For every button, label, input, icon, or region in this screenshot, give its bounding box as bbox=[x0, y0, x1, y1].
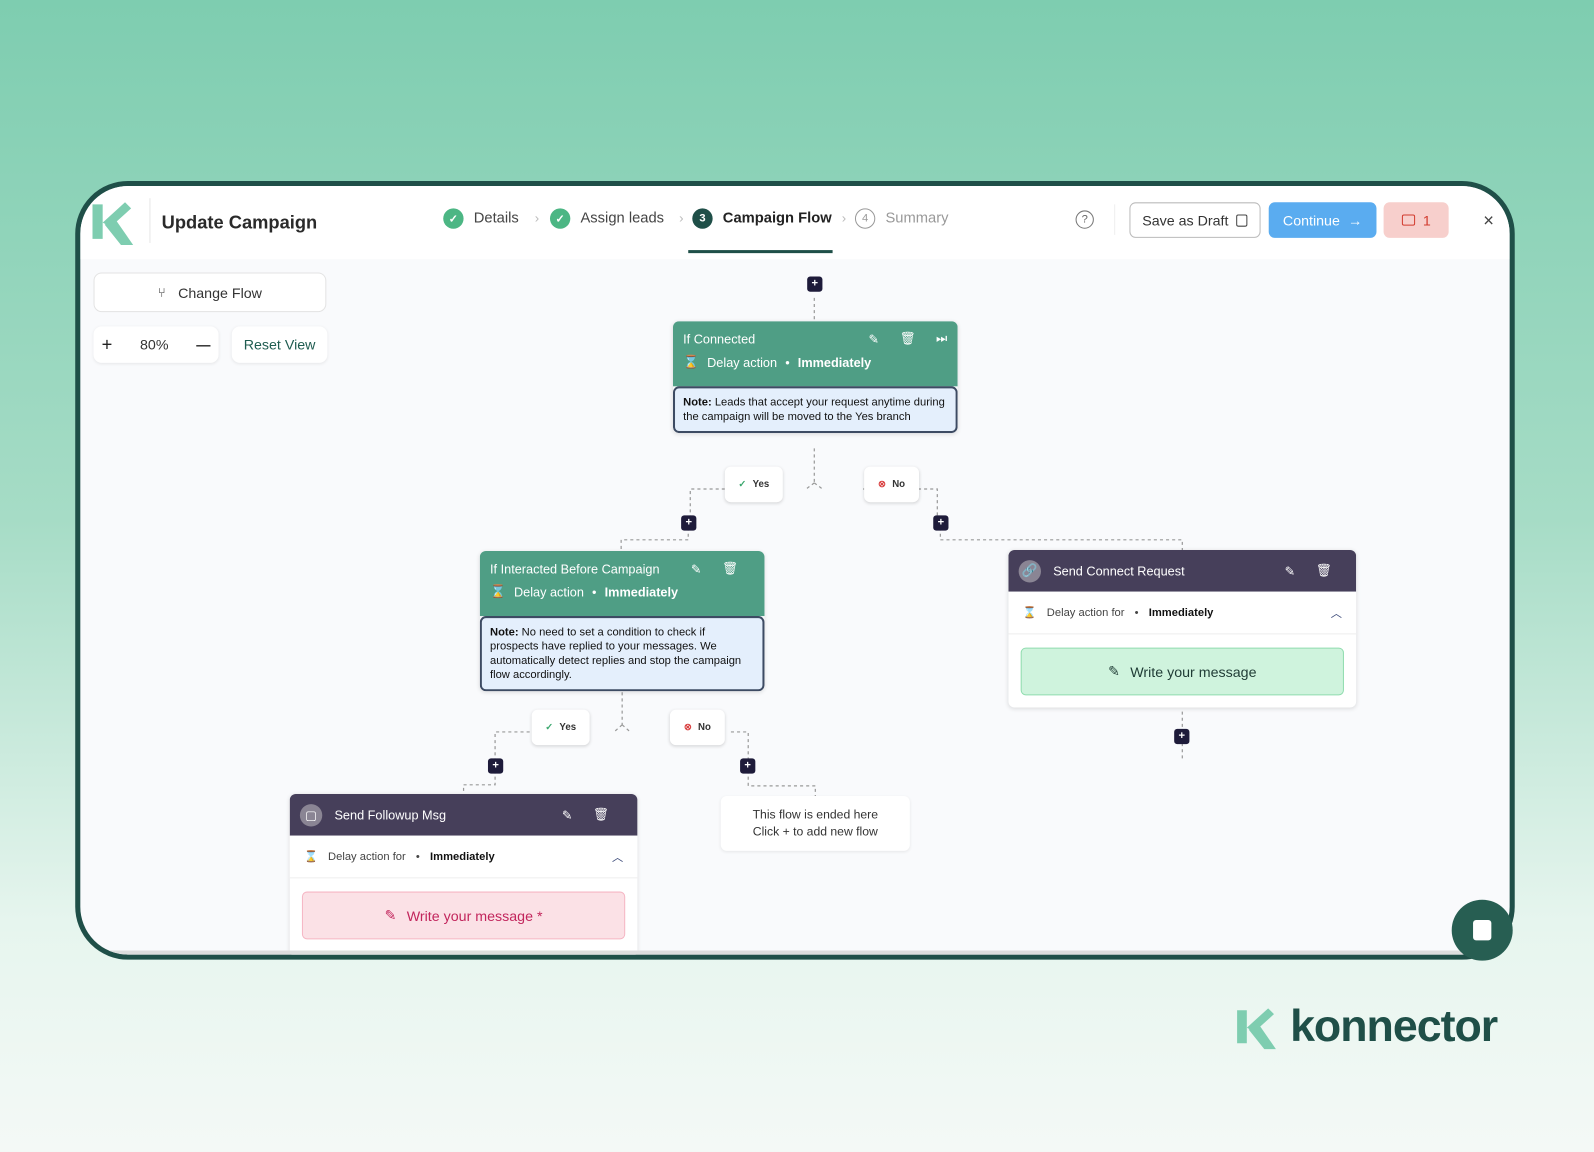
write-message-button[interactable]: ✎ Write your message * bbox=[301, 891, 626, 940]
branch-yes[interactable]: ✓ Yes bbox=[531, 709, 590, 746]
node-header: If Interacted Before Campaign ✎ 🗑 ⌛ Delay … bbox=[479, 550, 765, 617]
hourglass-icon: ⌛ bbox=[683, 354, 699, 370]
konnector-logo-icon bbox=[1237, 1008, 1276, 1050]
trash-icon[interactable]: 🗑 bbox=[593, 807, 609, 822]
note-text: Leads that accept your request anytime d… bbox=[683, 396, 945, 423]
message-icon: ▢ bbox=[299, 803, 323, 826]
brand-name: konnector bbox=[1290, 1001, 1498, 1052]
edit-icon[interactable]: ✎ bbox=[691, 561, 702, 576]
delay-value: Immediately bbox=[430, 850, 495, 863]
node-send-connect-request[interactable]: 🔗 Send Connect Request ✎ 🗑 ⌛ Delay action f… bbox=[1008, 549, 1357, 708]
node-header: ▢ Send Followup Msg ✎ 🗑 bbox=[289, 793, 638, 836]
add-step-button[interactable]: + bbox=[1174, 728, 1190, 745]
branch-no[interactable]: ⊗ No bbox=[669, 709, 725, 746]
note-label: Note: bbox=[490, 626, 519, 639]
delay-value: Immediately bbox=[604, 585, 679, 600]
branch-label: No bbox=[892, 478, 906, 491]
node-title: If Interacted Before Campaign bbox=[490, 561, 660, 576]
hourglass-icon: ⌛ bbox=[303, 850, 318, 864]
delay-label: Delay action for bbox=[328, 850, 406, 863]
add-step-button[interactable]: + bbox=[740, 758, 756, 774]
add-step-button[interactable]: + bbox=[681, 515, 697, 531]
note-label: Note: bbox=[683, 396, 712, 409]
node-note: Note: No need to set a condition to chec… bbox=[479, 616, 765, 692]
delay-label: Delay action bbox=[707, 355, 778, 370]
branch-label: No bbox=[698, 721, 711, 733]
edit-icon[interactable]: ✎ bbox=[562, 807, 573, 822]
edit-icon[interactable]: ✎ bbox=[869, 331, 880, 346]
delay-row[interactable]: ⌛ Delay action for • Immediately ︿ bbox=[289, 835, 638, 879]
x-circle-icon: ⊗ bbox=[878, 478, 887, 491]
chat-icon bbox=[1473, 920, 1492, 941]
node-if-interacted[interactable]: If Interacted Before Campaign ✎ 🗑 ⌛ Delay … bbox=[479, 550, 765, 692]
branch-label: Yes bbox=[752, 478, 770, 491]
add-step-button[interactable]: + bbox=[807, 276, 823, 292]
node-send-followup-msg[interactable]: ▢ Send Followup Msg ✎ 🗑 ⌛ Delay action for •… bbox=[289, 793, 638, 955]
add-step-button[interactable]: + bbox=[933, 515, 949, 531]
trash-icon[interactable]: 🗑 bbox=[722, 561, 738, 576]
check-circle-icon: ✓ bbox=[738, 478, 747, 491]
chevron-up-icon[interactable]: ︿ bbox=[612, 848, 623, 864]
delay-label: Delay action for bbox=[1046, 606, 1125, 619]
link-icon: 🔗 bbox=[1018, 559, 1041, 583]
hourglass-icon: ⌛ bbox=[1022, 606, 1037, 620]
branch-yes[interactable]: ✓ Yes bbox=[724, 466, 783, 503]
branch-no[interactable]: ⊗ No bbox=[864, 466, 920, 503]
delay-row[interactable]: ⌛ Delay action for • Immediately ︿ bbox=[1008, 591, 1357, 635]
add-step-button[interactable]: + bbox=[487, 758, 504, 774]
horizontal-scrollbar[interactable] bbox=[80, 950, 1510, 955]
app-window: Update Campaign ✓ Details › ✓ Assign leads… bbox=[75, 180, 1515, 960]
trash-icon[interactable]: 🗑 bbox=[1316, 563, 1332, 578]
node-if-connected[interactable]: If Connected ✎ 🗑 ⏭ ⌛ Delay action • Immediate… bbox=[672, 321, 958, 434]
skip-icon[interactable]: ⏭ bbox=[936, 331, 947, 346]
x-circle-icon: ⊗ bbox=[683, 721, 692, 733]
node-title: Send Followup Msg bbox=[334, 807, 447, 822]
branch-label: Yes bbox=[559, 721, 577, 733]
flow-end-line: Click + to add new flow bbox=[752, 824, 878, 839]
node-note: Note: Leads that accept your request any… bbox=[672, 386, 958, 434]
message-label: Write your message * bbox=[406, 907, 543, 924]
message-label: Write your message bbox=[1130, 663, 1257, 680]
chevron-up-icon[interactable]: ︿ bbox=[1331, 604, 1342, 620]
delay-value: Immediately bbox=[1148, 606, 1214, 619]
node-title: Send Connect Request bbox=[1053, 563, 1185, 578]
hourglass-icon: ⌛ bbox=[490, 584, 506, 599]
delay-value: Immediately bbox=[797, 355, 872, 370]
pencil-icon: ✎ bbox=[384, 906, 397, 924]
note-text: No need to set a condition to check if p… bbox=[490, 626, 742, 682]
brand-logo: konnector bbox=[1235, 1001, 1498, 1052]
check-circle-icon: ✓ bbox=[545, 721, 554, 733]
delay-label: Delay action bbox=[513, 585, 584, 600]
edit-icon[interactable]: ✎ bbox=[1285, 563, 1296, 578]
pencil-icon: ✎ bbox=[1108, 662, 1121, 680]
chat-support-button[interactable] bbox=[1451, 899, 1513, 961]
node-title: If Connected bbox=[683, 331, 756, 347]
node-header: 🔗 Send Connect Request ✎ 🗑 bbox=[1008, 549, 1357, 592]
node-header: If Connected ✎ 🗑 ⏭ ⌛ Delay action • Immediate… bbox=[672, 321, 958, 387]
write-message-button[interactable]: ✎ Write your message bbox=[1020, 647, 1344, 696]
flow-end-line: This flow is ended here bbox=[752, 807, 879, 822]
flow-end-message: This flow is ended here Click + to add ne… bbox=[720, 795, 910, 851]
trash-icon[interactable]: 🗑 bbox=[900, 331, 916, 346]
